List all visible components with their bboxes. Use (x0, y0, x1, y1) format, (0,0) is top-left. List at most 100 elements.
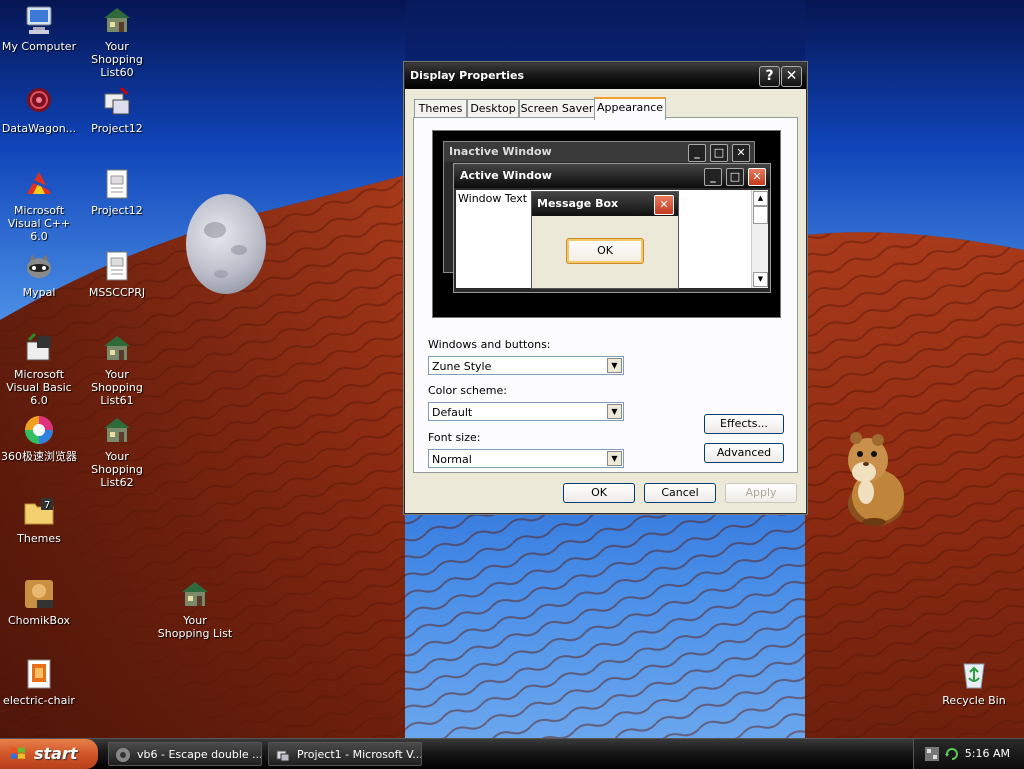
datawagon-icon (23, 86, 55, 118)
window-title: Display Properties (410, 69, 525, 82)
icon-label: Your Shopping List60 (91, 40, 143, 79)
shopping-list-icon (101, 414, 133, 446)
desktop-icon-mypal[interactable]: Mypal (0, 250, 78, 299)
visual-basic-icon (23, 332, 55, 364)
tab-themes[interactable]: Themes (414, 99, 467, 118)
desktop-icon-project12-doc[interactable]: Project12 (78, 168, 156, 217)
icon-label: Mypal (22, 286, 56, 299)
ok-button[interactable]: OK (563, 483, 635, 503)
message-box-ok-button: OK (566, 238, 644, 264)
chevron-down-icon[interactable]: ▼ (607, 404, 622, 419)
icon-label: Your Shopping List62 (91, 450, 143, 489)
icon-label: MSSCCPRJ (88, 286, 146, 299)
taskbar-item-project1[interactable]: Project1 - Microsoft V... (268, 742, 422, 766)
desktop-icon-visual-basic[interactable]: Microsoft Visual Basic 6.0 (0, 332, 78, 407)
scroll-down-icon: ▼ (753, 272, 768, 287)
hamster-desktop-pet (848, 432, 904, 526)
desktop-icon-datawagon[interactable]: DataWagon... (0, 86, 78, 135)
network-icon[interactable] (924, 746, 940, 762)
desktop-icon-my-computer[interactable]: My Computer (0, 4, 78, 53)
windows-buttons-label: Windows and buttons: (428, 338, 551, 351)
appearance-panel: Inactive Window _ □ ✕ Active Window _ □ … (413, 117, 798, 473)
icon-label: Themes (17, 532, 61, 545)
advanced-button[interactable]: Advanced (704, 443, 784, 463)
mypal-icon (23, 250, 55, 282)
effects-button[interactable]: Effects... (704, 414, 784, 434)
font-size-value: Normal (432, 453, 472, 466)
tab-appearance[interactable]: Appearance (594, 97, 666, 120)
desktop-icon-shopping-list[interactable]: Your Shopping List (156, 578, 234, 640)
cancel-button[interactable]: Cancel (644, 483, 716, 503)
document-icon (101, 168, 133, 200)
project-icon (101, 86, 133, 118)
close-icon: ✕ (785, 68, 798, 84)
display-properties-window: Display Properties ? ✕ Themes Desktop Sc… (404, 62, 807, 514)
close-icon: ✕ (732, 144, 750, 162)
apply-button[interactable]: Apply (725, 483, 797, 503)
desktop-icon-shopping-list62[interactable]: Your Shopping List62 (78, 414, 156, 489)
icon-label: My Computer (1, 40, 77, 53)
desktop-icon-themes[interactable]: 7 Themes (0, 496, 78, 545)
recycle-bin-icon (958, 658, 990, 690)
start-label: start (34, 744, 78, 763)
icon-label: Your Shopping List61 (91, 368, 143, 407)
icon-label: Project12 (91, 204, 143, 217)
vb6-task-icon (116, 748, 130, 762)
tab-screen-saver[interactable]: Screen Saver (519, 99, 595, 118)
shopping-list-icon (101, 332, 133, 364)
minimize-icon: _ (704, 168, 722, 186)
taskbar-item-vb6[interactable]: vb6 - Escape double ... (108, 742, 262, 766)
shopping-list-icon (101, 4, 133, 36)
desktop-icon-shopping-list61[interactable]: Your Shopping List61 (78, 332, 156, 407)
update-icon[interactable] (944, 746, 960, 762)
color-scheme-label: Color scheme: (428, 384, 507, 397)
chevron-down-icon[interactable]: ▼ (607, 358, 622, 373)
appearance-preview: Inactive Window _ □ ✕ Active Window _ □ … (432, 130, 781, 318)
document-icon (101, 250, 133, 282)
icon-label: Microsoft Visual C++ 6.0 (7, 204, 71, 243)
desktop-icon-electric-chair[interactable]: electric-chair (0, 658, 78, 707)
windows-buttons-select[interactable]: Zune Style ▼ (428, 356, 624, 375)
clock: 5:16 AM (964, 747, 1010, 760)
desktop-icon-project12[interactable]: Project12 (78, 86, 156, 135)
desktop-icon-visual-cpp[interactable]: Microsoft Visual C++ 6.0 (0, 168, 78, 243)
font-size-label: Font size: (428, 431, 481, 444)
icon-label: Recycle Bin (942, 694, 1006, 707)
font-size-select[interactable]: Normal ▼ (428, 449, 624, 468)
browser-360-icon (23, 414, 55, 446)
close-icon: ✕ (654, 195, 674, 215)
desktop-icon-360-browser[interactable]: 360极速浏览器 (0, 414, 78, 463)
preview-message-box: Message Box ✕ OK (531, 191, 679, 289)
svg-text:7: 7 (44, 500, 50, 511)
desktop-icon-recycle-bin[interactable]: Recycle Bin (935, 658, 1013, 707)
desktop-icon-chomikbox[interactable]: ChomikBox (0, 578, 78, 627)
close-button[interactable]: ✕ (781, 66, 802, 87)
shopping-list-icon (179, 578, 211, 610)
scroll-thumb (753, 206, 768, 224)
moon (186, 194, 266, 294)
tab-desktop[interactable]: Desktop (467, 99, 519, 118)
chomikbox-icon (23, 578, 55, 610)
help-icon: ? (765, 68, 774, 84)
maximize-icon: □ (726, 168, 744, 186)
maximize-icon: □ (710, 144, 728, 162)
close-icon: ✕ (748, 168, 766, 186)
icon-label: 360极速浏览器 (1, 450, 77, 463)
chevron-down-icon[interactable]: ▼ (607, 451, 622, 466)
windows-buttons-value: Zune Style (432, 360, 492, 373)
desktop-icon-mssccprj[interactable]: MSSCCPRJ (78, 250, 156, 299)
desktop-icon-shopping-list60[interactable]: Your Shopping List60 (78, 4, 156, 79)
icon-label: ChomikBox (8, 614, 70, 627)
icon-label: Project12 (91, 122, 143, 135)
scroll-up-icon: ▲ (753, 191, 768, 206)
taskbar-item-label: Project1 - Microsoft V... (297, 748, 422, 761)
minimize-icon: _ (688, 144, 706, 162)
active-window-title: Active Window (454, 164, 770, 188)
color-scheme-select[interactable]: Default ▼ (428, 402, 624, 421)
window-titlebar[interactable]: Display Properties ? ✕ (405, 63, 806, 89)
inactive-window-title: Inactive Window (444, 142, 754, 162)
help-button[interactable]: ? (759, 66, 780, 87)
my-computer-icon (23, 4, 55, 36)
icon-label: DataWagon... (1, 122, 77, 135)
start-button[interactable]: start (0, 739, 98, 769)
